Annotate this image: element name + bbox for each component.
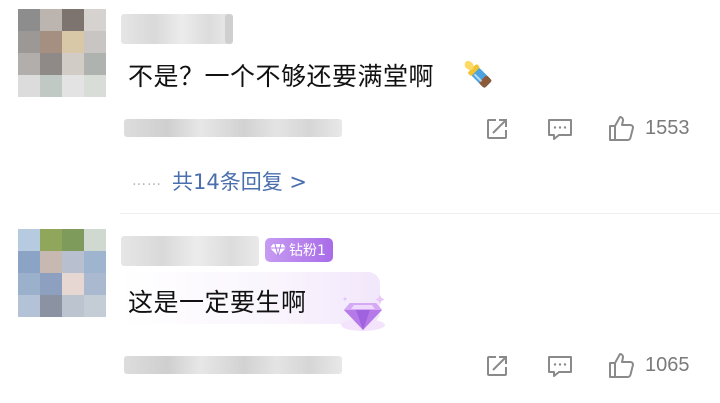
username-blurred[interactable]	[121, 236, 259, 266]
comment-button[interactable]	[546, 354, 574, 379]
share-button[interactable]	[484, 116, 510, 142]
avatar[interactable]	[18, 9, 106, 97]
thumbs-up-icon	[609, 353, 634, 378]
view-replies-link[interactable]: …… 共14条回复 >	[132, 166, 307, 196]
share-icon	[487, 119, 507, 139]
timestamp-location-blurred	[124, 119, 342, 137]
reply-count-label: 共14条回复 >	[172, 170, 307, 194]
share-button[interactable]	[484, 353, 510, 379]
share-icon	[487, 356, 507, 376]
baby-bottle-sticker-icon	[458, 55, 498, 99]
thumbs-up-icon	[609, 116, 634, 141]
comment-icon	[548, 119, 572, 140]
comment-icon	[548, 356, 572, 377]
username-blurred[interactable]	[121, 14, 231, 44]
timestamp-location-blurred	[124, 356, 342, 374]
avatar[interactable]	[18, 229, 106, 317]
comment-text: 这是一定要生啊	[128, 288, 307, 317]
purple-diamond-sticker-icon	[336, 291, 390, 339]
comment-button[interactable]	[546, 117, 574, 142]
comment-divider	[120, 213, 720, 214]
badge-label: 钻粉1	[289, 243, 326, 259]
like-count: 1065	[645, 353, 690, 376]
username-blurred-tail	[225, 14, 233, 44]
reply-dots: ……	[132, 173, 162, 189]
comment-text: 不是？一个不够还要满堂啊	[128, 62, 435, 91]
like-button[interactable]: 1065	[607, 350, 690, 380]
like-button[interactable]: 1553	[607, 113, 690, 143]
fan-level-badge: 钻粉1	[265, 238, 333, 262]
diamond-icon	[270, 243, 286, 257]
like-count: 1553	[645, 116, 690, 139]
